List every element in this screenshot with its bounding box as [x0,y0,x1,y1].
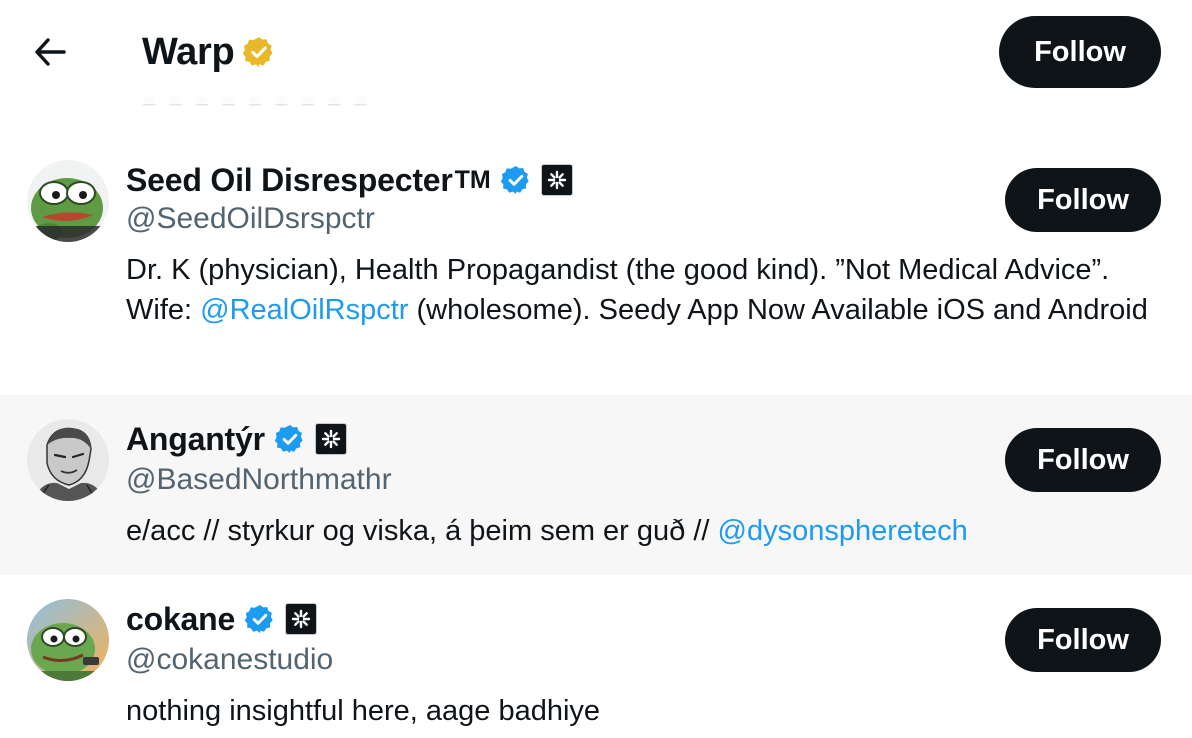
page-title-group: Warp [142,28,276,76]
bio-mention-link[interactable]: @RealOilRspctr [200,294,408,326]
bio-text: nothing insightful here, aage badhiye [126,695,601,727]
arrow-left-icon [35,38,66,66]
user-display-name[interactable]: Seed Oil Disrespecter [126,162,453,199]
user-name-line: Angantýr [126,419,347,459]
manga-warrior-avatar-icon [27,419,109,501]
avatar[interactable] [27,599,109,681]
following-list-page: ● ● ● ● ● ● ● ● ● Warp Follow [0,0,1192,738]
bio-text: e/acc // styrkur og viska, á þeim sem er… [126,515,718,547]
user-display-name[interactable]: cokane [126,601,235,638]
user-row-cokanestudio[interactable]: cokane @cokanestudio nothing insightful … [0,575,1192,738]
user-name-suffix: TM [454,165,491,194]
follow-button[interactable]: Follow [1005,168,1161,232]
avatar[interactable] [27,419,109,501]
gold-verified-badge-icon [242,35,276,69]
user-handle[interactable]: @cokanestudio [126,643,333,677]
user-bio: nothing insightful here, aage badhiye [126,691,1156,731]
user-name-line: cokane [126,599,318,639]
verified-badge-icon [274,423,306,455]
user-bio: Dr. K (physician), Health Propagandist (… [126,250,1156,330]
back-button[interactable] [22,24,78,80]
user-row-seedoildsrspctr[interactable]: Seed Oil Disrespecter TM @SeedOilDsrspct… [0,104,1192,395]
user-bio: e/acc // styrkur og viska, á þeim sem er… [126,511,1156,551]
page-title: Warp [142,30,235,73]
bio-text-end: (wholesome). Seedy App Now Available iOS… [408,294,1148,326]
user-display-name[interactable]: Angantýr [126,421,265,458]
pepe-frog-sunset-avatar-icon [27,599,109,681]
verified-badge-icon [244,603,276,635]
user-handle[interactable]: @SeedOilDsrspctr [126,202,375,236]
profile-header: Warp Follow [0,0,1192,104]
affiliate-badge-icon[interactable] [540,164,573,196]
header-follow-button[interactable]: Follow [999,16,1161,88]
pepe-frog-avatar-icon [27,160,109,242]
affiliate-badge-icon[interactable] [314,423,347,455]
user-handle[interactable]: @BasedNorthmathr [126,463,392,497]
affiliate-badge-icon[interactable] [285,603,318,635]
user-row-basednorthmathr[interactable]: Angantýr @BasedNorthmathr e/acc // styrk… [0,395,1192,575]
avatar[interactable] [27,160,109,242]
user-name-line: Seed Oil Disrespecter TM [126,160,573,200]
bio-mention-link[interactable]: @dysonspheretech [718,515,968,547]
follow-button[interactable]: Follow [1005,608,1161,672]
verified-badge-icon [500,164,532,196]
follow-button[interactable]: Follow [1005,428,1161,492]
